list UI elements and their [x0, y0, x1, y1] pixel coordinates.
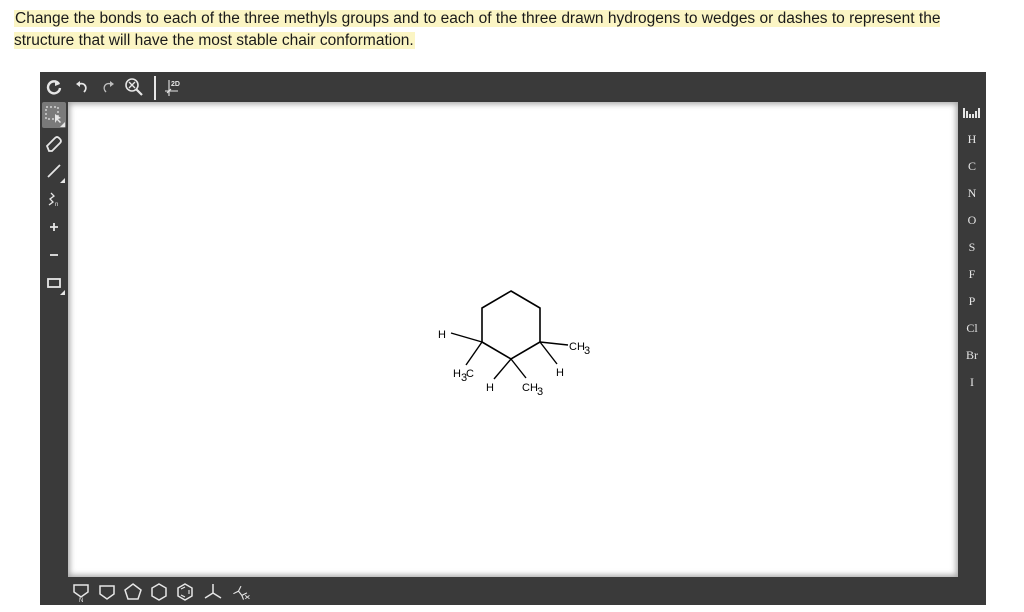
top-toolbar: 2D — [40, 72, 986, 102]
template-cyclobutane[interactable] — [96, 582, 118, 602]
template-branched-chain[interactable] — [230, 582, 252, 602]
element-button-o[interactable]: O — [958, 208, 986, 232]
zoom-icon — [125, 78, 143, 96]
svg-text:3: 3 — [584, 345, 590, 357]
element-button-f[interactable]: F — [958, 262, 986, 286]
svg-text:N: N — [79, 598, 83, 602]
minus-icon — [50, 254, 58, 256]
svg-text:C: C — [466, 368, 474, 380]
bond-h-left[interactable] — [450, 332, 483, 343]
question-prompt: Change the bonds to each of the three me… — [14, 8, 1004, 52]
zoom-button[interactable] — [122, 74, 146, 100]
atom-methyl-bottom[interactable]: CH 3 — [522, 382, 543, 398]
clear-button[interactable] — [42, 74, 66, 100]
atom-methyl-right[interactable]: CH 3 — [569, 341, 590, 357]
left-tool-panel: n — [40, 102, 68, 577]
eraser-tool[interactable] — [42, 130, 66, 156]
bond-methyl-bottom[interactable] — [510, 358, 527, 379]
atom-h-left[interactable]: H — [438, 329, 446, 341]
chain-icon: n — [48, 192, 58, 208]
template-cyclopentane[interactable] — [122, 582, 144, 602]
undo-icon — [76, 81, 87, 93]
svg-text:3: 3 — [537, 386, 543, 398]
tert-butyl-icon — [204, 584, 222, 599]
atom-h-bottom[interactable]: H — [486, 382, 494, 394]
template-tert-butyl[interactable] — [202, 582, 224, 602]
submenu-indicator — [60, 122, 65, 127]
template-benzene[interactable] — [174, 582, 196, 602]
cyclopentane-icon — [124, 583, 142, 600]
template-toolbar: N — [40, 577, 986, 605]
bond-h-bottom[interactable] — [493, 358, 512, 380]
template-cyclohexane[interactable] — [148, 582, 170, 602]
periodic-table-icon[interactable] — [962, 106, 982, 120]
molecule-drawing: H H 3 C H CH 3 CH 3 H — [438, 290, 590, 398]
clean-2d-button[interactable]: 2D — [164, 74, 186, 100]
redo-icon — [103, 81, 114, 93]
element-button-br[interactable]: Br — [958, 343, 986, 367]
element-button-i[interactable]: I — [958, 370, 986, 394]
redo-button[interactable] — [96, 74, 120, 100]
bracket-tool[interactable] — [42, 270, 66, 296]
bond-methyl-right[interactable] — [539, 341, 569, 346]
element-button-cl[interactable]: Cl — [958, 316, 986, 340]
toolbar-separator — [154, 76, 156, 100]
submenu-indicator — [60, 290, 65, 295]
plus-icon — [50, 223, 58, 231]
svg-text:CH: CH — [522, 382, 538, 394]
aziridine-icon: N — [73, 584, 89, 602]
decrease-charge-tool[interactable] — [42, 242, 66, 268]
svg-text:n: n — [55, 202, 58, 208]
svg-text:H: H — [453, 368, 461, 380]
clean-2d-label: 2D — [171, 81, 180, 88]
benzene-icon — [177, 583, 193, 601]
clean-2d-icon: 2D — [165, 80, 180, 96]
element-button-p[interactable]: P — [958, 289, 986, 313]
element-button-s[interactable]: S — [958, 235, 986, 259]
template-aziridine[interactable]: N — [70, 582, 92, 602]
eraser-icon — [45, 136, 62, 152]
increase-charge-tool[interactable] — [42, 214, 66, 240]
branched-chain-icon — [233, 585, 250, 600]
select-tool[interactable] — [42, 102, 66, 128]
element-button-c[interactable]: C — [958, 154, 986, 178]
element-palette: H C N O S F P Cl Br I — [958, 102, 986, 577]
element-button-n[interactable]: N — [958, 181, 986, 205]
cyclohexane-icon — [151, 583, 167, 601]
bond-tool[interactable] — [42, 158, 66, 184]
submenu-indicator — [60, 178, 65, 183]
question-text: Change the bonds to each of the three me… — [14, 10, 941, 49]
drawing-canvas[interactable]: H H 3 C H CH 3 CH 3 H — [68, 102, 958, 577]
undo-button[interactable] — [70, 74, 94, 100]
element-button-h[interactable]: H — [958, 127, 986, 151]
refresh-icon — [46, 80, 62, 95]
bond-h-right[interactable] — [539, 341, 558, 365]
atom-methyl-left[interactable]: H 3 C — [453, 368, 474, 384]
cyclohexane-ring[interactable] — [481, 290, 541, 360]
bond-methyl-left[interactable] — [465, 341, 483, 366]
chain-tool[interactable]: n — [42, 186, 66, 212]
atom-h-right[interactable]: H — [556, 367, 564, 379]
chemical-structure-editor: 2D n H H 3 C H CH 3 CH 3 H H C N O S F P… — [40, 72, 986, 605]
cyclobutane-icon — [99, 585, 115, 600]
svg-text:CH: CH — [569, 341, 585, 353]
